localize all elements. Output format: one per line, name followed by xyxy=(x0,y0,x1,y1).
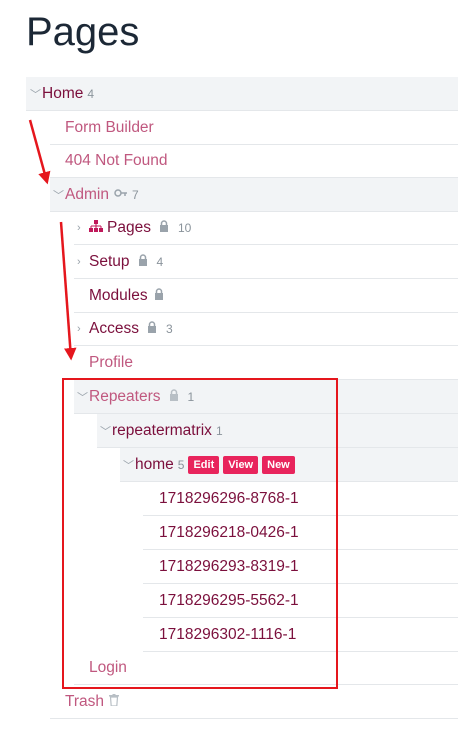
tree-item-modules-label[interactable]: Modules xyxy=(89,287,148,305)
chevron-right-icon[interactable]: › xyxy=(77,222,87,234)
chevron-right-icon[interactable]: › xyxy=(77,323,87,335)
view-button[interactable]: View xyxy=(223,455,259,474)
tree-item-trash[interactable]: Trash xyxy=(50,685,458,719)
tree-item-pages-count: 10 xyxy=(177,220,192,235)
list-item-label[interactable]: 1718296302-1116-1 xyxy=(159,626,296,644)
tree-item-access-count: 3 xyxy=(165,321,173,336)
lock-icon xyxy=(138,253,148,271)
tree-item-404[interactable]: 404 Not Found xyxy=(50,144,458,178)
tree-item-repeatermatrix-count: 1 xyxy=(215,423,223,438)
tree-item-repeaters[interactable]: ﹀ Repeaters 1 xyxy=(74,380,458,414)
tree-item-repeaters-count: 1 xyxy=(187,389,195,404)
tree-item-home-repeater[interactable]: ﹀ home 5 Edit View New xyxy=(120,448,458,482)
edit-button[interactable]: Edit xyxy=(188,455,220,474)
tree-item-repeaters-label[interactable]: Repeaters xyxy=(89,388,161,406)
lock-icon xyxy=(159,219,169,237)
tree-item-repeatermatrix[interactable]: ﹀ repeatermatrix 1 xyxy=(97,414,458,448)
tree-item-pages[interactable]: › Pages 10 xyxy=(74,211,458,245)
lock-icon xyxy=(147,320,157,338)
lock-icon xyxy=(169,388,179,406)
arrow-to-admin xyxy=(28,119,51,185)
tree-item-repeatermatrix-label[interactable]: repeatermatrix xyxy=(112,422,212,440)
tree-item-404-label[interactable]: 404 Not Found xyxy=(65,152,168,170)
list-item[interactable]: 1718296218-0426-1 xyxy=(143,516,458,550)
arrow-to-repeaters xyxy=(59,221,77,361)
chevron-down-icon[interactable]: ﹀ xyxy=(30,86,41,102)
tree-item-admin-count: 7 xyxy=(131,187,139,202)
tree-item-admin[interactable]: ﹀ Admin 7 xyxy=(50,178,458,212)
trash-icon xyxy=(109,693,120,711)
tree-item-modules[interactable]: Modules xyxy=(74,279,458,313)
tree-item-setup-count: 4 xyxy=(156,254,164,269)
tree-item-home[interactable]: ﹀ Home 4 xyxy=(26,77,458,111)
list-item[interactable]: 1718296302-1116-1 xyxy=(143,618,458,652)
list-item-label[interactable]: 1718296295-5562-1 xyxy=(159,592,299,610)
tree-item-setup[interactable]: › Setup 4 xyxy=(74,245,458,279)
tree-item-trash-label[interactable]: Trash xyxy=(65,693,104,711)
tree-item-admin-label[interactable]: Admin xyxy=(65,186,109,204)
list-item-label[interactable]: 1718296296-8768-1 xyxy=(159,490,299,508)
tree-item-setup-label[interactable]: Setup xyxy=(89,253,130,271)
tree-item-profile[interactable]: Profile xyxy=(74,346,458,380)
tree-item-profile-label[interactable]: Profile xyxy=(89,354,133,372)
chevron-down-icon[interactable]: ﹀ xyxy=(100,423,111,439)
tree-item-form-builder[interactable]: Form Builder xyxy=(50,111,458,145)
tree-item-form-builder-label[interactable]: Form Builder xyxy=(65,119,154,137)
new-button[interactable]: New xyxy=(262,455,295,474)
chevron-down-icon[interactable]: ﹀ xyxy=(123,457,134,473)
tree-item-login[interactable]: Login xyxy=(74,651,458,685)
sitemap-icon xyxy=(89,219,103,237)
chevron-down-icon[interactable]: ﹀ xyxy=(53,187,64,203)
list-item[interactable]: 1718296295-5562-1 xyxy=(143,584,458,618)
tree-item-access[interactable]: › Access 3 xyxy=(74,312,458,346)
lock-icon xyxy=(154,287,164,305)
list-item-label[interactable]: 1718296218-0426-1 xyxy=(159,524,299,542)
tree-item-home-label[interactable]: Home xyxy=(42,85,83,103)
page-title: Pages xyxy=(26,10,140,54)
list-item[interactable]: 1718296296-8768-1 xyxy=(143,482,458,516)
tree-item-home-repeater-label[interactable]: home xyxy=(135,456,174,474)
list-item-label[interactable]: 1718296293-8319-1 xyxy=(159,558,299,576)
tree-item-login-label[interactable]: Login xyxy=(89,659,127,677)
key-icon xyxy=(114,186,128,204)
tree-item-home-count: 4 xyxy=(87,86,95,101)
list-item[interactable]: 1718296293-8319-1 xyxy=(143,550,458,584)
chevron-down-icon[interactable]: ﹀ xyxy=(77,389,88,405)
tree-item-home-repeater-count: 5 xyxy=(177,457,185,472)
tree-item-pages-label[interactable]: Pages xyxy=(107,219,151,237)
chevron-right-icon[interactable]: › xyxy=(77,256,87,268)
tree-item-access-label[interactable]: Access xyxy=(89,320,139,338)
